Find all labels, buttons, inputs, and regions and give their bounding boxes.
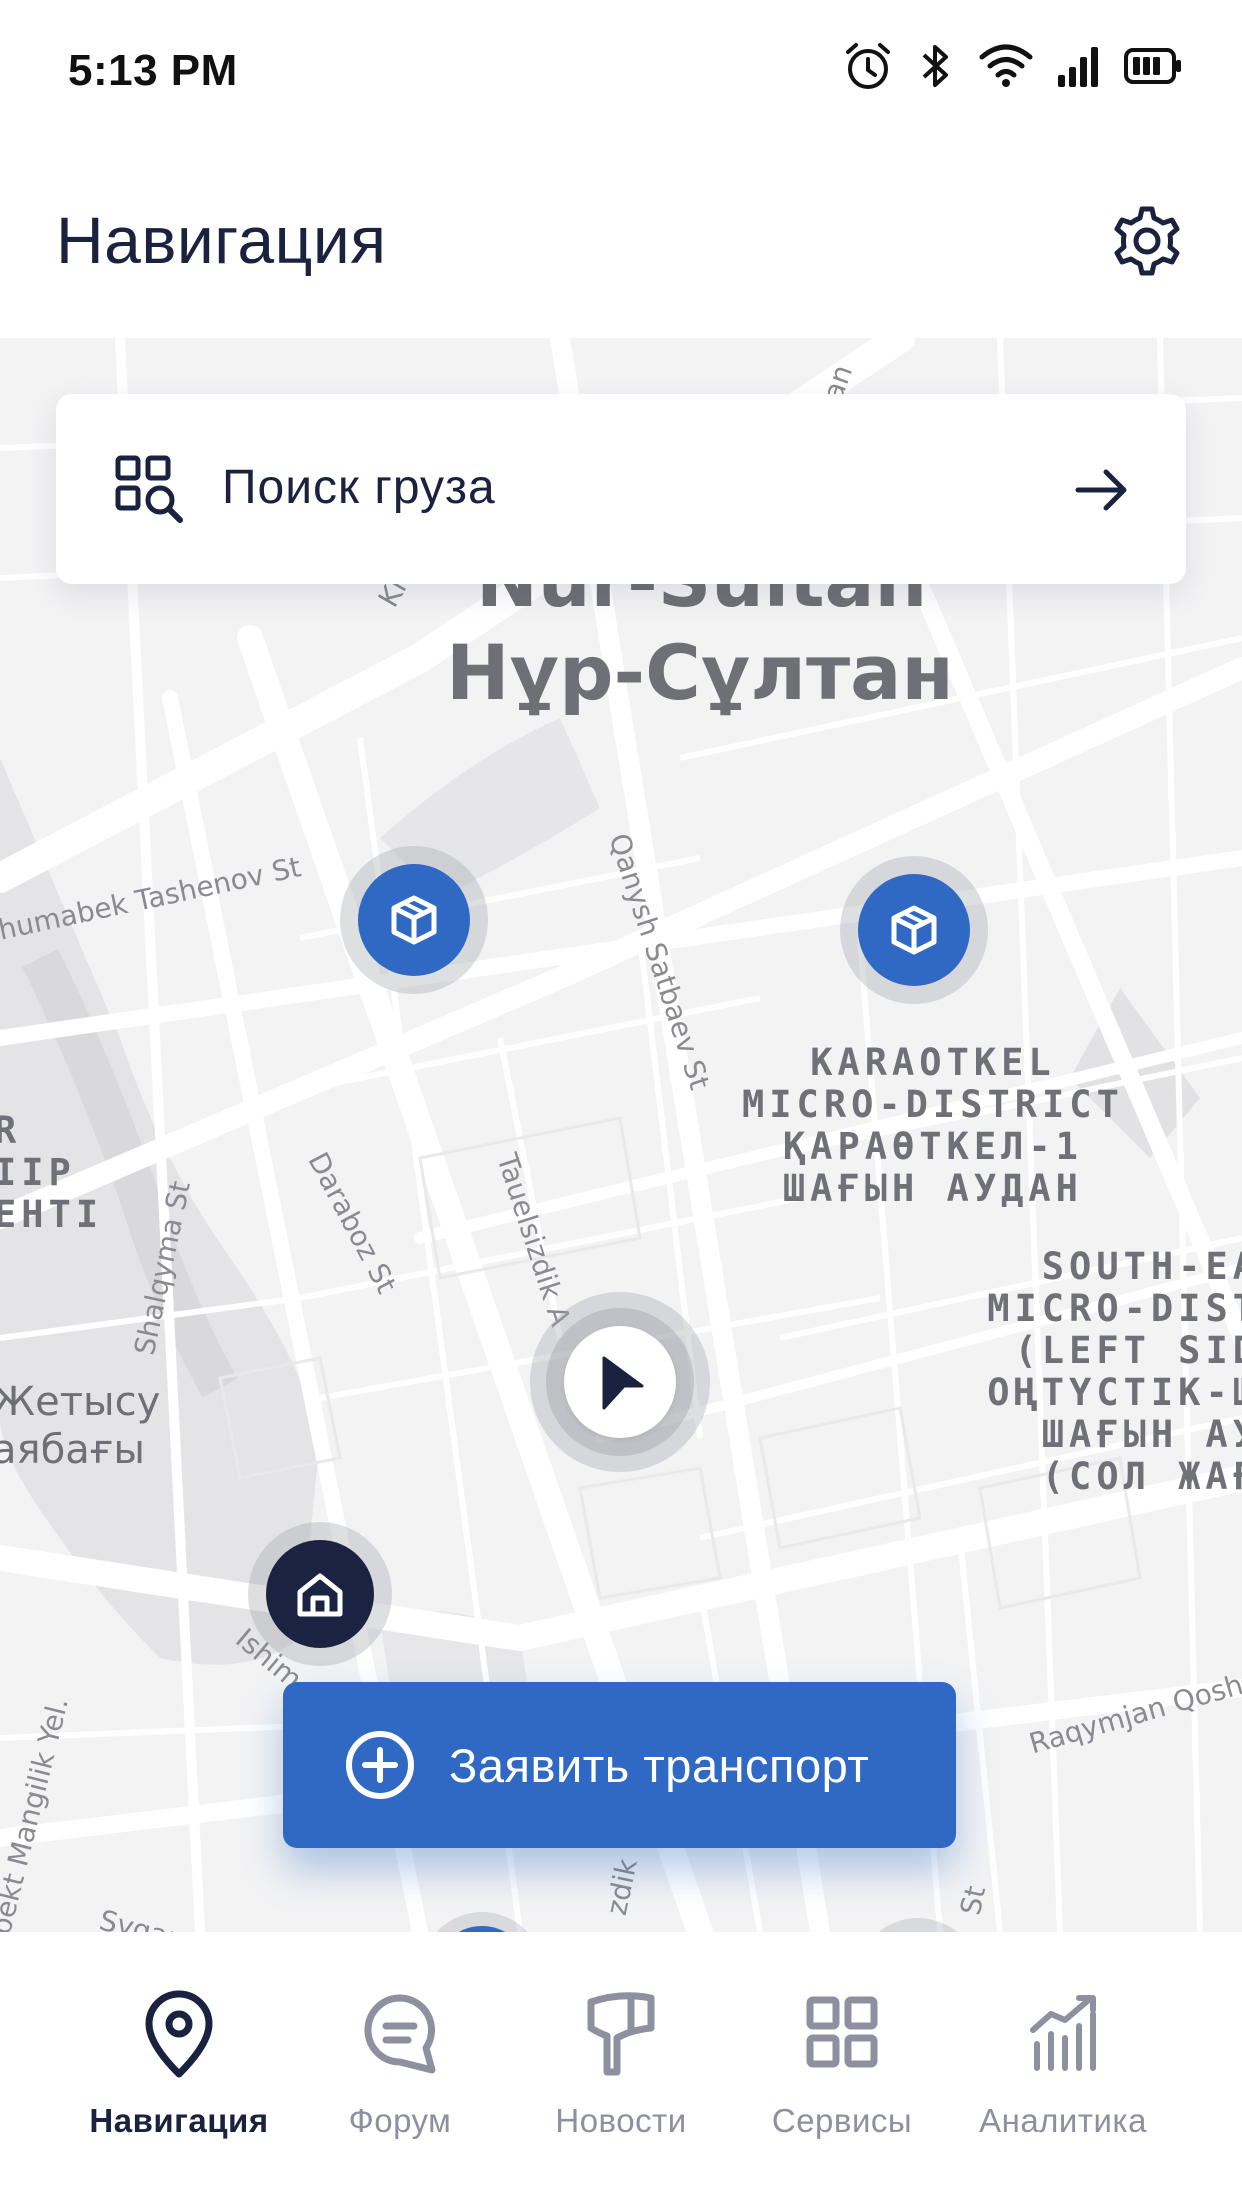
district-line: (LEFT SID [1014,1329,1242,1372]
home-marker[interactable] [248,1522,392,1666]
district-karaotkel: KARAOTKEL MICRO-DISTRICT ҚАРАӨТКЕЛ-1 ШАҒ… [742,1042,1124,1210]
package-icon [891,905,937,955]
current-location-inner [564,1326,676,1438]
city-name-local: Нұр-Сұлтан [446,628,954,717]
district-line: R [0,1109,22,1152]
cargo-search-bar[interactable]: Поиск груза [56,394,1186,584]
package-icon [391,895,437,945]
plus-circle-icon [346,1731,414,1799]
arrow-right-icon[interactable] [1074,462,1130,518]
district-line: SOUTH-EA [1041,1245,1242,1288]
grid-icon [806,1996,878,2068]
nav-label: Аналитика [979,2102,1147,2139]
district-line: KARAOTKEL [810,1041,1056,1084]
district-line: MICRO-DIST [987,1287,1242,1330]
current-location-marker[interactable] [530,1292,710,1472]
status-time: 5:13 PM [68,46,238,95]
signal-icon [1058,47,1098,87]
settings-button[interactable] [1108,202,1186,280]
analytics-icon [1030,1995,1096,2071]
status-bar: 5:13 PM [0,0,1242,140]
alarm-icon [846,43,890,89]
grid-search-icon [115,455,183,523]
nav-item-news[interactable]: Новости [501,1988,741,2140]
district-line: ОҢТҮСТІК-Ш [987,1371,1242,1414]
district-line: Жетысу [0,1379,161,1425]
district-line: аябағы [0,1427,145,1473]
nav-item-forum[interactable]: Форум [280,1988,520,2140]
nav-item-services[interactable]: Сервисы [722,1988,962,2140]
home-marker-inner [266,1540,374,1648]
gear-icon [1114,206,1180,276]
district-line: (СОЛ ЖАҒ [1041,1455,1242,1498]
megaphone-icon [587,1992,655,2076]
cargo-marker[interactable] [840,856,988,1004]
nav-label: Новости [555,2102,687,2139]
declare-transport-label: Заявить транспорт [449,1738,870,1792]
district-line: MICRO-DISTRICT [742,1083,1124,1126]
district-line: ШАҒЫН АУ [1041,1413,1242,1456]
nav-label: Форум [348,2102,452,2139]
declare-transport-button[interactable]: Заявить транспорт [283,1682,956,1848]
bottom-nav: Навигация Форум Новости Сервисы Аналитик… [0,1932,1242,2208]
chat-bubble-icon [364,1994,436,2074]
navigation-arrow-icon [602,1356,644,1410]
search-label: Поиск груза [222,461,496,514]
district-zhetysu: Жетысу аябағы [0,1378,160,1474]
wifi-icon [979,44,1033,87]
map-pin-icon [145,1990,213,2078]
nav-label: Сервисы [771,2102,913,2139]
cargo-marker-inner [858,874,970,986]
district-south-east: SOUTH-EA MICRO-DIST (LEFT SID ОҢТҮСТІК-Ш… [940,1246,1242,1498]
home-icon [297,1573,343,1617]
district-line: ЕНТІ [0,1193,104,1236]
cargo-marker-inner [358,864,470,976]
district-line: ШАҒЫН АУДАН [782,1167,1083,1210]
bluetooth-icon [922,45,948,87]
nav-item-navigation[interactable]: Навигация [59,1988,299,2140]
current-location-ring [546,1308,694,1456]
district-line: ҚАРАӨТКЕЛ-1 [782,1125,1083,1168]
page-title: Навигация [56,203,387,277]
status-icons [842,40,1182,92]
cargo-marker[interactable] [340,846,488,994]
district-left: R IIP ЕНТІ [0,1110,103,1236]
header: Навигация [0,140,1242,338]
nav-label: Навигация [89,2102,269,2139]
battery-icon [1124,48,1181,84]
nav-item-analytics[interactable]: Аналитика [943,1988,1183,2140]
district-line: IIP [0,1151,76,1194]
